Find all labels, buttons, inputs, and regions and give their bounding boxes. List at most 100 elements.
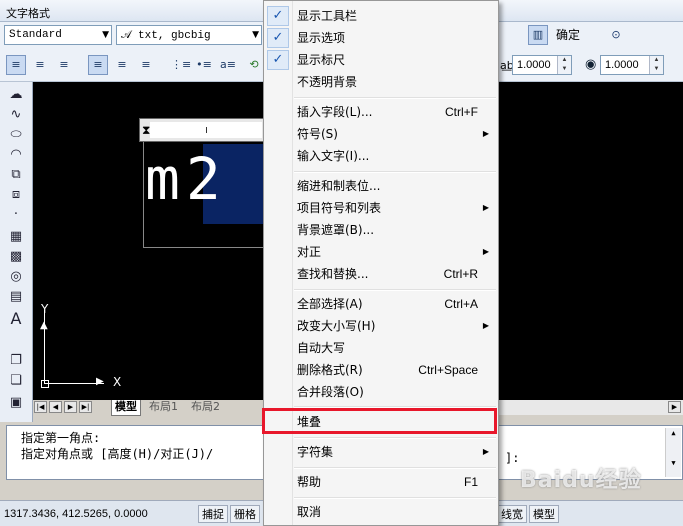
menu-item-change-case[interactable]: 改变大小写(H) ▶: [264, 315, 498, 337]
insert-block-icon[interactable]: ⧉: [6, 166, 26, 184]
width-factor-input[interactable]: 1.0000 ▲ ▼: [600, 55, 664, 75]
grid-toggle[interactable]: 栅格: [230, 505, 260, 523]
tab-model[interactable]: 模型: [111, 400, 141, 416]
align-right-icon[interactable]: ≡: [54, 55, 74, 75]
bullet-list-icon[interactable]: •≡: [194, 55, 214, 75]
region-icon[interactable]: ◎: [6, 268, 26, 286]
menu-separator: [294, 467, 496, 469]
menu-item-indent-tabs[interactable]: 缩进和制表位...: [264, 175, 498, 197]
style-dropdown[interactable]: Standard ▼: [4, 25, 112, 45]
font-value: txt, gbcbig: [138, 30, 211, 42]
first-tab-icon[interactable]: |◀: [34, 401, 47, 413]
font-type-icon: 𝒜: [121, 28, 132, 41]
menu-item-autocaps[interactable]: 自动大写: [264, 337, 498, 359]
multiline-text-icon[interactable]: A: [6, 310, 26, 328]
coordinate-readout: 1317.3436, 412.5265, 0.0000: [4, 508, 148, 520]
ellipse-icon[interactable]: ⬭: [6, 126, 26, 144]
menu-item-symbol[interactable]: 符号(S) ▶: [264, 123, 498, 145]
revcloud-icon[interactable]: ☁: [6, 86, 26, 104]
numbered-list-icon[interactable]: ⋮≡: [170, 55, 191, 75]
ruler-tick: [206, 127, 207, 133]
make-block-icon[interactable]: ⧈: [6, 186, 26, 204]
snap-toggle[interactable]: 捕捉: [198, 505, 228, 523]
table-icon[interactable]: ▤: [6, 288, 26, 306]
model-toggle[interactable]: 模型: [529, 505, 559, 523]
ucs-arrow-right-icon: ▶: [96, 376, 104, 387]
menu-item-bullets-lists[interactable]: 项目符号和列表 ▶: [264, 197, 498, 219]
submenu-arrow-icon: ▶: [482, 203, 489, 212]
justify-right-icon[interactable]: ≡: [136, 55, 156, 75]
context-menu: ✓ 显示工具栏 ✓ 显示选项 ✓ 显示标尺 不透明背景 插入字段(L)... Ctrl+…: [263, 0, 499, 526]
annotation-highlight-box: [262, 408, 497, 434]
justify-center-icon[interactable]: ≡: [112, 55, 132, 75]
spline-icon[interactable]: ∿: [6, 106, 26, 124]
ruler-toggle-button[interactable]: ▥: [528, 25, 548, 45]
letter-list-icon[interactable]: a≡: [218, 55, 238, 75]
width-factor-icon: ◉: [585, 57, 597, 72]
font-dropdown[interactable]: 𝒜 txt, gbcbig ▼: [116, 25, 262, 45]
align-left-icon[interactable]: ≡: [6, 55, 26, 75]
menu-item-character-set[interactable]: 字符集 ▶: [264, 441, 498, 463]
submenu-arrow-icon: ▶: [482, 447, 489, 456]
ellipse-arc-icon[interactable]: ◠: [6, 146, 26, 164]
text-format-title: 文字格式: [6, 7, 50, 20]
menu-separator: [294, 497, 496, 499]
menu-separator: [294, 437, 496, 439]
menu-item-show-ruler[interactable]: ✓ 显示标尺: [264, 49, 498, 71]
command-line-2-end: ]:: [505, 451, 520, 465]
style-value: Standard: [9, 29, 62, 41]
insert-field-icon[interactable]: ⟲: [244, 55, 264, 75]
tracking-value: 1.0000: [517, 59, 551, 71]
options-icon[interactable]: ⊙: [606, 25, 626, 45]
tab-layout1[interactable]: 布局1: [146, 400, 181, 415]
menu-item-find-replace[interactable]: 查找和替换... Ctrl+R: [264, 263, 498, 285]
menu-item-insert-field[interactable]: 插入字段(L)... Ctrl+F: [264, 101, 498, 123]
ucs-arrow-up-icon: ▲: [40, 320, 48, 331]
ok-button[interactable]: 确定: [556, 25, 580, 45]
menu-item-combine-paragraphs[interactable]: 合并段落(O): [264, 381, 498, 403]
menu-item-remove-formatting[interactable]: 删除格式(R) Ctrl+Space: [264, 359, 498, 381]
layer-stack-icon[interactable]: ❏: [6, 372, 26, 390]
menu-item-cancel[interactable]: 取消: [264, 501, 498, 523]
command-scrollbar[interactable]: ▲ ▼: [665, 428, 681, 477]
layer-icon[interactable]: ❐: [6, 352, 26, 370]
lineweight-toggle[interactable]: 线宽: [497, 505, 527, 523]
tab-layout2[interactable]: 布局2: [188, 400, 223, 415]
chevron-down-icon: ▼: [252, 30, 259, 40]
menu-item-background-mask[interactable]: 背景遮罩(B)...: [264, 219, 498, 241]
check-icon: ✓: [267, 50, 289, 70]
chevron-down-icon: ▼: [102, 30, 109, 40]
check-icon: ✓: [267, 6, 289, 26]
submenu-arrow-icon: ▶: [482, 247, 489, 256]
menu-item-justify[interactable]: 对正 ▶: [264, 241, 498, 263]
menu-item-select-all[interactable]: 全部选择(A) Ctrl+A: [264, 293, 498, 315]
menu-item-show-toolbar[interactable]: ✓ 显示工具栏: [264, 5, 498, 27]
scroll-right-icon[interactable]: ▶: [668, 401, 681, 413]
menu-item-help[interactable]: 帮助 F1: [264, 471, 498, 493]
last-tab-icon[interactable]: ▶|: [79, 401, 92, 413]
layout-tabs: |◀ ◀ ▶ ▶| 模型 布局1 布局2: [33, 400, 264, 416]
align-center-icon[interactable]: ≡: [30, 55, 50, 75]
mtext-ruler[interactable]: ⧗: [139, 118, 264, 142]
tracking-input[interactable]: 1.0000 ▲ ▼: [512, 55, 572, 75]
point-icon[interactable]: ·: [6, 206, 26, 224]
justify-left-icon[interactable]: ≡: [88, 55, 108, 75]
ucs-x-label: X: [113, 375, 122, 389]
menu-item-show-options[interactable]: ✓ 显示选项: [264, 27, 498, 49]
submenu-arrow-icon: ▶: [482, 321, 489, 330]
prev-tab-icon[interactable]: ◀: [49, 401, 62, 413]
hatch-icon[interactable]: ▦: [6, 228, 26, 246]
gradient-icon[interactable]: ▩: [6, 248, 26, 266]
horizontal-scrollbar[interactable]: ▶: [498, 400, 683, 415]
menu-separator: [294, 289, 496, 291]
menu-separator: [294, 97, 496, 99]
layer-prev-icon[interactable]: ▣: [6, 394, 26, 412]
width-factor-value: 1.0000: [605, 59, 639, 71]
ucs-origin-box: [41, 380, 49, 388]
spin-arrows-icon[interactable]: ▲ ▼: [649, 56, 663, 74]
menu-separator: [294, 171, 496, 173]
menu-item-input-text[interactable]: 输入文字(I)...: [264, 145, 498, 167]
spin-arrows-icon[interactable]: ▲ ▼: [557, 56, 571, 74]
menu-item-opaque-background[interactable]: 不透明背景: [264, 71, 498, 93]
next-tab-icon[interactable]: ▶: [64, 401, 77, 413]
